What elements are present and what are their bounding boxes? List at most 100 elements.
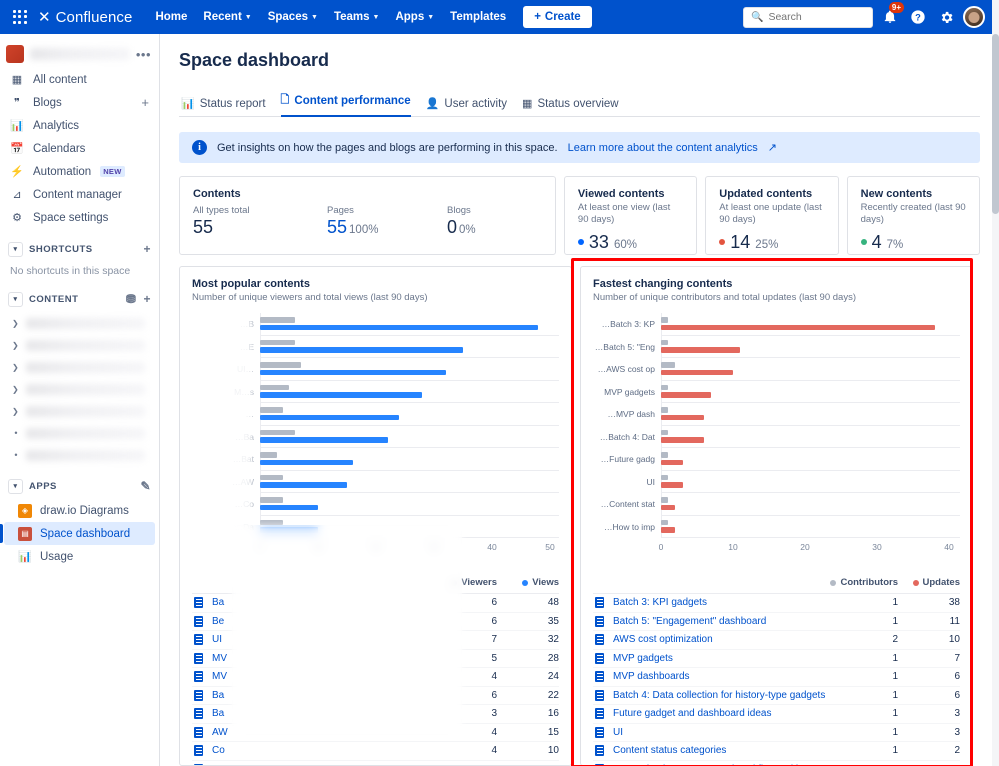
table-row[interactable]: How to implement approval workflows with…: [593, 761, 960, 765]
sidebar-item-blogs[interactable]: ❞ Blogs +: [4, 91, 155, 114]
table-row[interactable]: AW 4 15: [192, 724, 559, 742]
content-tree-item[interactable]: ❯: [0, 312, 159, 334]
table-row[interactable]: Ba 3 16: [192, 705, 559, 724]
settings-button[interactable]: [935, 6, 957, 28]
nav-link-recent[interactable]: Recent ▼: [196, 5, 258, 29]
sidebar-item-usage[interactable]: 📊 Usage: [4, 545, 155, 568]
nav-link-home[interactable]: Home: [148, 5, 194, 29]
tab-status-overview[interactable]: ▦ Status overview: [522, 97, 619, 116]
nav-link-teams[interactable]: Teams ▼: [327, 5, 387, 29]
content-title-link[interactable]: Ba: [212, 690, 435, 701]
filter-icon[interactable]: ⛃: [126, 292, 137, 306]
content-tree-item[interactable]: ❯: [0, 400, 159, 422]
help-button[interactable]: ?: [907, 6, 929, 28]
table-row[interactable]: Batch 5: "Engagement" dashboard 1 11: [593, 613, 960, 631]
card-title: Updated contents: [719, 188, 813, 200]
chevron-right-icon[interactable]: ❯: [12, 385, 20, 394]
sidebar-item-content-manager[interactable]: ⊿ Content manager: [4, 183, 155, 206]
content-title-link[interactable]: Batch 5: "Engagement" dashboard: [613, 616, 836, 627]
chevron-down-icon[interactable]: ▾: [8, 291, 23, 307]
content-title-link[interactable]: Future gadget and dashboard ideas: [613, 708, 836, 719]
content-title-link[interactable]: Ba: [212, 708, 435, 719]
external-link-icon[interactable]: ↗: [768, 141, 777, 154]
table-row[interactable]: Co 4 10: [192, 742, 559, 761]
tab-status-report[interactable]: 📊 Status report: [181, 97, 266, 116]
app-switcher-icon[interactable]: [8, 5, 32, 29]
chevron-right-icon[interactable]: ❯: [12, 407, 20, 416]
card-viewed-contents: Viewed contents At least one view (last …: [563, 176, 698, 255]
edit-pencil-icon[interactable]: ✎: [140, 479, 151, 493]
content-tree-item[interactable]: ❯: [0, 356, 159, 378]
table-row[interactable]: Be 6 35: [192, 613, 559, 631]
notifications-button[interactable]: 9+: [879, 2, 904, 28]
sidebar-item-automation[interactable]: ⚡ Automation NEW: [4, 160, 155, 183]
content-title-link[interactable]: MVP gadgets: [613, 653, 836, 664]
table-row[interactable]: Batch 3: KPI gadgets 1 38: [593, 594, 960, 613]
sidebar-item-all-content[interactable]: ▦ All content: [4, 68, 155, 91]
nav-link-apps[interactable]: Apps ▼: [388, 5, 441, 29]
page-scrollbar-thumb[interactable]: [992, 34, 999, 214]
content-title-link[interactable]: Batch 3: KPI gadgets: [613, 597, 836, 608]
cell-updates: 11: [949, 615, 960, 627]
table-row[interactable]: Ba 6 48: [192, 594, 559, 613]
content-tree-item[interactable]: ❯: [0, 334, 159, 356]
chart-x-axis: 0 10 20 30 40: [659, 540, 960, 556]
table-row[interactable]: MV 4 24: [192, 668, 559, 687]
sidebar-item-space-dashboard[interactable]: ▤ Space dashboard: [0, 522, 155, 545]
table-row[interactable]: Da410: [192, 761, 559, 765]
content-title-link[interactable]: MVP dashboards: [613, 671, 836, 682]
content-tree-item[interactable]: •: [0, 444, 159, 466]
add-blog-icon[interactable]: +: [141, 95, 149, 110]
table-row[interactable]: Ba 6 22: [192, 687, 559, 705]
chevron-down-icon[interactable]: ▾: [8, 478, 23, 494]
chevron-right-icon[interactable]: ❯: [12, 363, 20, 372]
confluence-logo[interactable]: ✕ Confluence: [38, 9, 132, 26]
table-row[interactable]: UI 7 32: [192, 631, 559, 650]
content-title-link[interactable]: MV: [212, 653, 435, 664]
more-options-icon[interactable]: •••: [136, 47, 151, 62]
content-title-link[interactable]: Ba: [212, 597, 435, 608]
top-navigation-bar: ✕ Confluence Home Recent ▼ Spaces ▼ Teams ▼…: [0, 0, 999, 37]
shortcuts-empty-message: No shortcuts in this space: [10, 265, 131, 277]
nav-link-spaces[interactable]: Spaces ▼: [261, 5, 325, 37]
content-title-link[interactable]: UI: [613, 727, 836, 738]
chevron-down-icon[interactable]: ▾: [8, 241, 23, 257]
sidebar-item-analytics[interactable]: 📊 Analytics: [4, 114, 155, 137]
chevron-right-icon[interactable]: ❯: [12, 319, 20, 328]
learn-more-link[interactable]: Learn more about the content analytics: [568, 142, 758, 154]
sidebar-item-drawio-diagrams[interactable]: ◈ draw.io Diagrams: [4, 499, 155, 522]
table-row[interactable]: Content status categories 1 2: [593, 742, 960, 761]
add-shortcut-icon[interactable]: +: [143, 242, 151, 256]
content-tree-item[interactable]: ❯: [0, 378, 159, 400]
page-document-icon: [194, 615, 203, 627]
table-row[interactable]: MVP gadgets 1 7: [593, 650, 960, 668]
sidebar-item-space-settings[interactable]: ⚙ Space settings: [4, 206, 155, 229]
add-content-icon[interactable]: +: [143, 292, 151, 306]
chevron-right-icon[interactable]: ❯: [12, 341, 20, 350]
content-title-link[interactable]: Be: [212, 616, 435, 627]
tab-content-performance[interactable]: 🗋 Content performance: [280, 91, 411, 117]
search-box[interactable]: 🔍: [743, 6, 873, 28]
chart-bar-viewers: [260, 497, 284, 503]
space-header[interactable]: •••: [0, 40, 159, 68]
table-row[interactable]: AWS cost optimization 2 10: [593, 631, 960, 650]
content-tree-item[interactable]: •: [0, 422, 159, 444]
content-title-link[interactable]: AWS cost optimization: [613, 634, 836, 645]
table-row[interactable]: Future gadget and dashboard ideas 1 3: [593, 705, 960, 724]
table-row[interactable]: MVP dashboards 1 6: [593, 668, 960, 687]
tab-user-activity[interactable]: 👤 User activity: [426, 97, 507, 116]
user-avatar[interactable]: [963, 6, 985, 28]
create-button[interactable]: + Create: [523, 6, 592, 28]
content-title-link[interactable]: UI: [212, 634, 435, 645]
content-title-link[interactable]: Batch 4: Data collection for history-typ…: [613, 690, 836, 701]
search-input[interactable]: [768, 11, 865, 23]
content-title-link[interactable]: MV: [212, 671, 435, 682]
content-title-link[interactable]: Co: [212, 745, 435, 756]
table-row[interactable]: Batch 4: Data collection for history-typ…: [593, 687, 960, 705]
nav-link-templates[interactable]: Templates: [443, 5, 513, 29]
table-row[interactable]: MV 5 28: [192, 650, 559, 668]
content-title-link[interactable]: AW: [212, 727, 435, 738]
table-row[interactable]: UI 1 3: [593, 724, 960, 742]
sidebar-item-calendars[interactable]: 📅 Calendars: [4, 137, 155, 160]
content-title-link[interactable]: Content status categories: [613, 745, 836, 756]
